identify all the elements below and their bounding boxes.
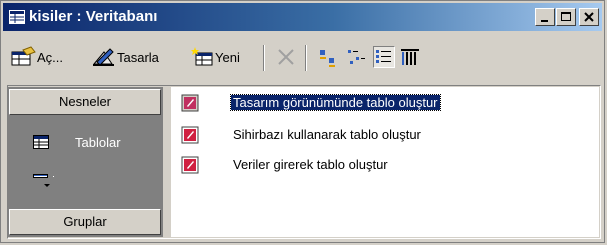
new-label: Yeni xyxy=(215,49,240,65)
object-list: Tasarım görünümünde tablo oluştur Sihirb… xyxy=(171,87,599,237)
table-icon xyxy=(33,135,49,149)
open-button[interactable]: Aç... xyxy=(11,43,63,71)
new-icon xyxy=(191,47,213,66)
close-icon xyxy=(584,12,594,22)
title-bar[interactable]: kisiler : Veritabanı xyxy=(3,3,602,31)
list-item-label: Tasarım görünümünde tablo oluştur xyxy=(230,94,441,111)
create-table-design-icon xyxy=(181,94,199,112)
list-item[interactable]: Tasarım görünümünde tablo oluştur xyxy=(181,91,591,115)
list-item-label: Sihirbazı kullanarak tablo oluştur xyxy=(233,127,421,142)
open-icon xyxy=(11,46,36,66)
objects-item-queries[interactable] xyxy=(9,165,161,201)
groups-button[interactable]: Gruplar xyxy=(9,209,161,235)
list-item[interactable]: Veriler girerek tablo oluştur xyxy=(181,153,591,177)
database-window: kisiler : Veritabanı Aç... Tasarla Yeni … xyxy=(0,0,605,243)
design-icon xyxy=(92,48,114,66)
close-button[interactable] xyxy=(579,8,599,26)
minimize-button[interactable] xyxy=(535,8,555,26)
minimize-icon xyxy=(541,20,548,22)
small-icons-button[interactable] xyxy=(345,46,367,68)
delete-button[interactable] xyxy=(275,46,297,68)
query-icon xyxy=(33,174,54,187)
maximize-icon xyxy=(561,12,571,21)
design-button[interactable]: Tasarla xyxy=(91,43,159,71)
toolbar-separator xyxy=(263,45,265,71)
list-view-icon xyxy=(376,50,391,63)
objects-item-label: Tablolar xyxy=(75,135,121,150)
small-icons-icon xyxy=(348,50,365,64)
objects-item-tables[interactable]: Tablolar xyxy=(9,125,161,161)
toolbar: Aç... Tasarla Yeni xyxy=(5,37,602,81)
details-view-icon xyxy=(401,49,419,65)
delete-icon xyxy=(278,49,294,65)
toolbar-separator xyxy=(305,45,307,71)
create-table-data-icon xyxy=(181,156,199,174)
objects-pane: Nesneler Tablolar Gruplar xyxy=(7,87,163,237)
maximize-button[interactable] xyxy=(556,8,576,26)
list-item[interactable]: Sihirbazı kullanarak tablo oluştur xyxy=(181,123,591,147)
list-view-button[interactable] xyxy=(373,46,395,68)
objects-header-button[interactable]: Nesneler xyxy=(9,89,161,115)
list-item-label: Veriler girerek tablo oluştur xyxy=(233,157,388,172)
new-button[interactable]: Yeni xyxy=(191,43,240,71)
large-icons-button[interactable] xyxy=(317,46,339,68)
create-table-wizard-icon xyxy=(181,126,199,144)
details-view-button[interactable] xyxy=(399,46,421,68)
database-icon xyxy=(9,10,25,24)
open-label: Aç... xyxy=(37,49,64,65)
design-label: Tasarla xyxy=(117,49,159,65)
large-icons-icon xyxy=(320,50,335,67)
window-title: kisiler : Veritabanı xyxy=(29,8,158,25)
